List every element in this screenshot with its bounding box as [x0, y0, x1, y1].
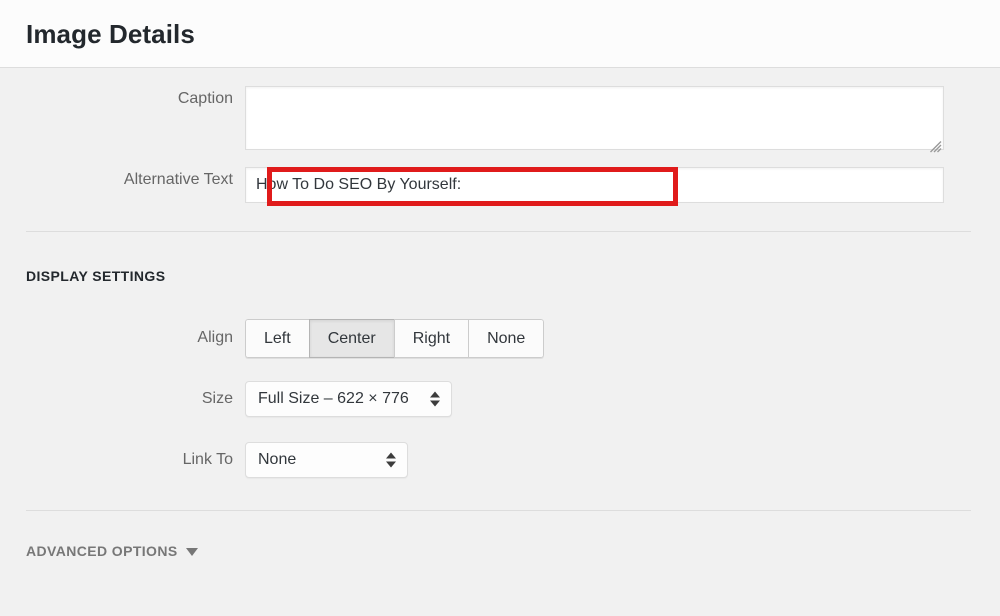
align-label: Align [197, 329, 233, 347]
size-select[interactable]: Full Size – 622 × 776 [245, 381, 452, 417]
advanced-options-toggle[interactable]: ADVANCED OPTIONS [26, 544, 198, 558]
size-field-row: Size Full Size – 622 × 776 [0, 381, 452, 417]
link-to-select-wrapper: None [245, 442, 408, 478]
size-select-wrapper: Full Size – 622 × 776 [245, 381, 452, 417]
alt-text-input[interactable] [245, 167, 944, 203]
caption-textarea[interactable] [245, 86, 944, 150]
display-settings-heading: DISPLAY SETTINGS [26, 268, 166, 284]
caption-label: Caption [177, 90, 233, 107]
align-field-row: Align Left Center Right None [0, 319, 545, 358]
link-to-select[interactable]: None [245, 442, 408, 478]
align-button-right[interactable]: Right [393, 319, 469, 358]
section-divider-bottom [26, 510, 971, 511]
align-button-group: Left Center Right None [245, 319, 545, 358]
section-divider-top [26, 231, 971, 232]
link-to-field-row: Link To None [0, 442, 408, 478]
align-button-center[interactable]: Center [308, 319, 394, 358]
page-title: Image Details [26, 18, 195, 49]
alt-text-field-row: Alternative Text [0, 167, 944, 203]
align-button-none[interactable]: None [468, 319, 545, 358]
size-label: Size [201, 389, 233, 407]
caption-field-row: Caption [0, 86, 944, 155]
alt-text-label: Alternative Text [123, 171, 233, 188]
link-to-label: Link To [182, 450, 233, 468]
modal-body: Caption Alternative Text DISPLAY SETTING… [0, 68, 1000, 616]
chevron-down-icon [185, 548, 198, 556]
modal-header: Image Details [0, 0, 1000, 68]
advanced-options-label: ADVANCED OPTIONS [26, 543, 178, 559]
align-button-left[interactable]: Left [245, 319, 309, 358]
